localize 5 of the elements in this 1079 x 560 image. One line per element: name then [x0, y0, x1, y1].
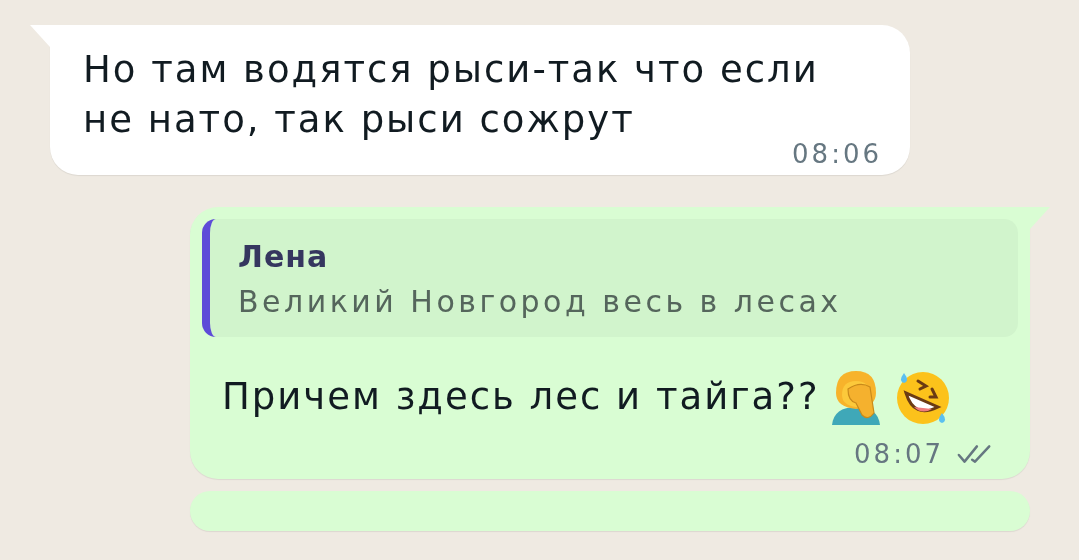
quoted-message[interactable]: Лена Великий Новгород весь в лесах: [202, 219, 1018, 337]
quote-author: Лена: [238, 239, 330, 274]
quote-text: Великий Новгород весь в лесах: [238, 284, 843, 319]
message-time: 08:07: [854, 439, 944, 469]
message-text: Причем здесь лес и тайга??: [222, 374, 820, 420]
